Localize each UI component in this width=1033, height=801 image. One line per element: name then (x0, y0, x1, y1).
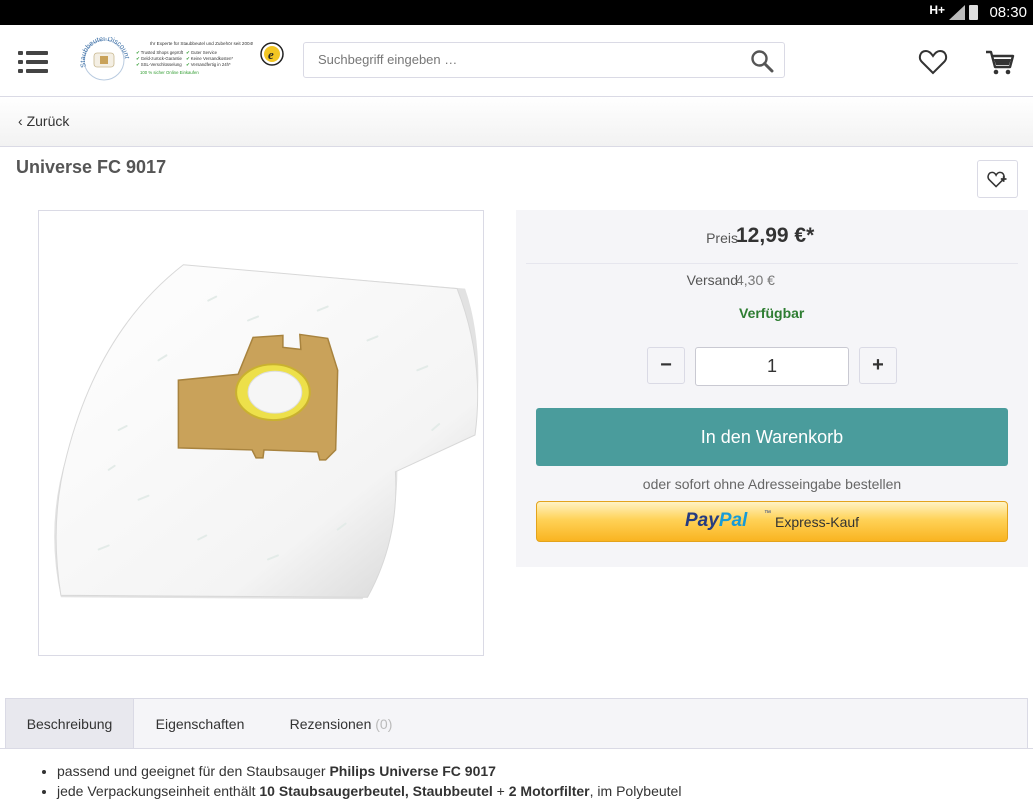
svg-text:100 % sicher Online Einkaufen: 100 % sicher Online Einkaufen (140, 70, 199, 75)
description-content: passend und geeignet für den Staubsauger… (0, 748, 1033, 800)
quantity-increase-button[interactable]: + (859, 347, 897, 384)
description-list: passend und geeignet für den Staubsauger… (57, 761, 681, 801)
search-input[interactable] (318, 52, 738, 67)
menu-button[interactable] (18, 51, 48, 73)
status-bar: H+ 08:30 (0, 0, 1033, 25)
back-bar: ‹ Zurück (0, 97, 1033, 147)
svg-text:✔ Geld-zurück-Garantie: ✔ Geld-zurück-Garantie (136, 56, 182, 61)
network-indicator: H+ (929, 3, 945, 17)
menu-icon (18, 51, 23, 55)
search-box (303, 42, 785, 78)
paypal-express-button[interactable]: PayPal ™ Express-Kauf (536, 501, 1008, 542)
quantity-decrease-button[interactable]: − (647, 347, 685, 384)
shipping-label: Versand (686, 272, 738, 288)
express-checkout-hint: oder sofort ohne Adresseingabe bestellen (642, 476, 902, 492)
paypal-logo: PayPal (685, 510, 748, 531)
svg-text:✔ Keine Versandkosten*: ✔ Keine Versandkosten* (186, 56, 233, 61)
heart-plus-icon (987, 171, 1007, 188)
add-to-notepad-button[interactable] (977, 160, 1018, 198)
signal-icon (949, 5, 965, 20)
svg-text:✔ Versandfertig in 24h*: ✔ Versandfertig in 24h* (186, 62, 231, 67)
back-label: Zurück (26, 113, 70, 129)
add-to-cart-button[interactable]: In den Warenkorb (536, 408, 1008, 466)
header: Staubbeutel-Discount Ihr Experte für Sta… (0, 25, 1033, 97)
price-value: 12,99 €* (736, 224, 815, 247)
review-count: (0) (375, 716, 393, 732)
tab-reviews[interactable]: Rezensionen (0) (266, 699, 416, 749)
svg-text:e: e (268, 47, 274, 62)
divider (526, 263, 1018, 264)
availability-status: Verfügbar (739, 305, 805, 321)
paypal-express-label: Express-Kauf (775, 514, 860, 530)
paypal-trademark: ™ (764, 510, 771, 517)
svg-text:✔ Guter Service: ✔ Guter Service (186, 50, 218, 55)
tab-description[interactable]: Beschreibung (6, 699, 134, 749)
shop-logo[interactable]: Staubbeutel-Discount Ihr Experte für Sta… (80, 37, 288, 83)
buy-box: Preis 12,99 €* Versand 4,30 € Verfügbar … (516, 210, 1028, 567)
product-image-frame[interactable] (38, 210, 484, 656)
svg-text:Ihr Experte für Staubbeutel un: Ihr Experte für Staubbeutel und Zubehör … (150, 41, 253, 46)
product-image-dust-bag (54, 264, 479, 600)
product-title: Universe FC 9017 (16, 157, 167, 177)
price-label: Preis (706, 230, 738, 246)
shipping-value: 4,30 € (736, 272, 775, 288)
clock: 08:30 (989, 4, 1027, 21)
tab-properties[interactable]: Eigenschaften (134, 699, 266, 749)
product-tabs: Beschreibung Eigenschaften Rezensionen (… (5, 698, 1028, 749)
price-row: Preis 12,99 €* (516, 222, 1028, 262)
back-link[interactable]: ‹ Zurück (18, 113, 69, 129)
svg-text:✔ Trusted Shops geprüft: ✔ Trusted Shops geprüft (136, 50, 184, 55)
battery-icon (969, 5, 978, 20)
list-item: passend und geeignet für den Staubsauger… (57, 761, 681, 781)
svg-text:✔ SSL-Verschlüsselung: ✔ SSL-Verschlüsselung (136, 62, 182, 67)
cart-icon[interactable] (985, 47, 1015, 77)
list-item: jede Verpackungseinheit enthält 10 Staub… (57, 781, 681, 801)
search-icon[interactable] (750, 49, 774, 73)
wishlist-heart-icon[interactable] (918, 47, 948, 77)
quantity-input[interactable] (695, 347, 849, 386)
